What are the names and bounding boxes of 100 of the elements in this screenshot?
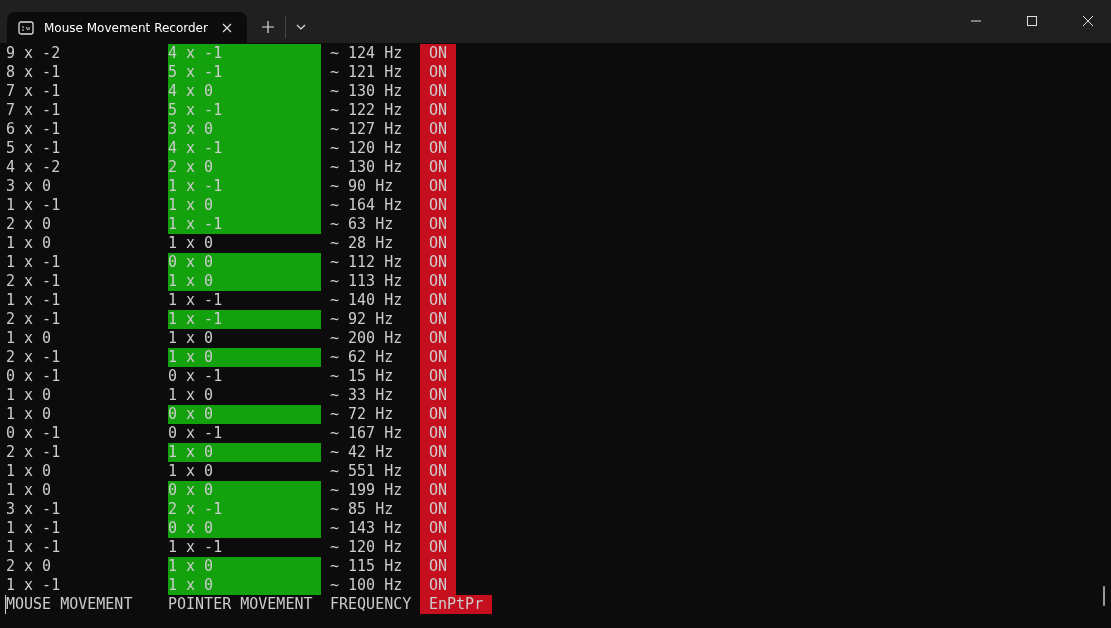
maximize-icon[interactable] bbox=[1027, 16, 1037, 26]
frequency-value: ~ 92 Hz bbox=[330, 310, 395, 329]
state-badge: ON bbox=[420, 44, 456, 63]
frequency-value: ~ 120 Hz bbox=[330, 139, 404, 158]
mouse-movement-value: 7 x -1 bbox=[6, 101, 62, 120]
chevron-down-icon[interactable] bbox=[296, 24, 306, 30]
state-badge: ON bbox=[420, 291, 456, 310]
column-label: POINTER MOVEMENT bbox=[168, 595, 314, 614]
column-label: MOUSE MOVEMENT bbox=[5, 595, 168, 614]
pointer-movement-value: 1 x 0 bbox=[168, 443, 321, 462]
state-badge: ON bbox=[420, 557, 456, 576]
pointer-movement-value: 5 x -1 bbox=[168, 101, 321, 120]
frequency-value: ~ 120 Hz bbox=[330, 538, 404, 557]
mouse-movement-value: 4 x -2 bbox=[6, 158, 62, 177]
pointer-movement-value: 0 x -1 bbox=[168, 424, 224, 443]
state-badge: ON bbox=[420, 120, 456, 139]
state-badge: ON bbox=[420, 63, 456, 82]
pointer-movement-value: 1 x -1 bbox=[168, 215, 321, 234]
pointer-movement-value: 1 x -1 bbox=[168, 538, 224, 557]
frequency-value: ~ 15 Hz bbox=[330, 367, 395, 386]
state-badge: ON bbox=[420, 196, 456, 215]
frequency-value: ~ 200 Hz bbox=[330, 329, 404, 348]
mouse-movement-value: 1 x 0 bbox=[6, 329, 53, 348]
state-badge: ON bbox=[420, 215, 456, 234]
mouse-movement-value: 3 x 0 bbox=[6, 177, 53, 196]
pointer-movement-value: 2 x -1 bbox=[168, 500, 321, 519]
mouse-movement-value: 0 x -1 bbox=[6, 367, 62, 386]
pointer-movement-value: 0 x 0 bbox=[168, 405, 321, 424]
state-badge: ON bbox=[420, 329, 456, 348]
state-badge: ON bbox=[420, 538, 456, 557]
scrollbar-thumb[interactable] bbox=[1103, 586, 1105, 606]
frequency-value: ~ 115 Hz bbox=[330, 557, 404, 576]
mouse-movement-value: 1 x -1 bbox=[6, 576, 62, 595]
pointer-movement-value: 1 x 0 bbox=[168, 386, 215, 405]
state-badge: ON bbox=[420, 481, 456, 500]
mouse-movement-value: 1 x 0 bbox=[6, 234, 53, 253]
state-badge: ON bbox=[420, 386, 456, 405]
mouse-movement-value: 2 x 0 bbox=[6, 557, 53, 576]
close-icon[interactable] bbox=[1083, 16, 1093, 26]
frequency-value: ~ 72 Hz bbox=[330, 405, 395, 424]
pointer-movement-value: 1 x 0 bbox=[168, 557, 321, 576]
tab-title: Mouse Movement Recorder bbox=[44, 20, 209, 35]
frequency-value: ~ 130 Hz bbox=[330, 158, 404, 177]
mouse-movement-value: 9 x -2 bbox=[6, 44, 62, 63]
mouse-movement-value: 6 x -1 bbox=[6, 120, 62, 139]
frequency-value: ~ 63 Hz bbox=[330, 215, 395, 234]
column-label: FREQUENCY bbox=[330, 595, 413, 614]
state-badge: ON bbox=[420, 500, 456, 519]
frequency-value: ~ 130 Hz bbox=[330, 82, 404, 101]
mouse-movement-value: 5 x -1 bbox=[6, 139, 62, 158]
mouse-movement-value: 2 x 0 bbox=[6, 215, 53, 234]
frequency-value: ~ 85 Hz bbox=[330, 500, 395, 519]
mouse-movement-value: 1 x -1 bbox=[6, 253, 62, 272]
pointer-movement-value: 0 x 0 bbox=[168, 519, 321, 538]
pointer-movement-value: 1 x 0 bbox=[168, 348, 321, 367]
state-badge: ON bbox=[420, 424, 456, 443]
mouse-movement-value: 2 x -1 bbox=[6, 272, 62, 291]
pointer-movement-value: 4 x -1 bbox=[168, 139, 321, 158]
state-badge: ON bbox=[420, 519, 456, 538]
frequency-value: ~ 42 Hz bbox=[330, 443, 395, 462]
frequency-value: ~ 113 Hz bbox=[330, 272, 404, 291]
state-badge: ON bbox=[420, 576, 456, 595]
mouse-movement-value: 1 x 0 bbox=[6, 481, 53, 500]
mouse-movement-value: 7 x -1 bbox=[6, 82, 62, 101]
frequency-value: ~ 143 Hz bbox=[330, 519, 404, 538]
state-badge: ON bbox=[420, 348, 456, 367]
frequency-value: ~ 112 Hz bbox=[330, 253, 404, 272]
mouse-movement-value: 1 x 0 bbox=[6, 386, 53, 405]
state-badge: ON bbox=[420, 367, 456, 386]
pointer-movement-value: 3 x 0 bbox=[168, 120, 321, 139]
state-badge: ON bbox=[420, 272, 456, 291]
pointer-movement-value: 1 x -1 bbox=[168, 310, 321, 329]
pointer-movement-value: 0 x 0 bbox=[168, 253, 321, 272]
mouse-movement-value: 8 x -1 bbox=[6, 63, 62, 82]
frequency-value: ~ 140 Hz bbox=[330, 291, 404, 310]
close-icon[interactable] bbox=[222, 22, 232, 33]
pointer-movement-value: 1 x -1 bbox=[168, 291, 224, 310]
state-badge: ON bbox=[420, 310, 456, 329]
frequency-value: ~ 164 Hz bbox=[330, 196, 404, 215]
frequency-value: ~ 28 Hz bbox=[330, 234, 395, 253]
pointer-movement-value: 5 x -1 bbox=[168, 63, 321, 82]
mouse-movement-value: 1 x -1 bbox=[6, 538, 62, 557]
plus-icon[interactable] bbox=[262, 21, 274, 33]
frequency-value: ~ 127 Hz bbox=[330, 120, 404, 139]
state-badge: ON bbox=[420, 158, 456, 177]
state-badge: ON bbox=[420, 139, 456, 158]
mouse-movement-value: 1 x 0 bbox=[6, 462, 53, 481]
mouse-movement-value: 2 x -1 bbox=[6, 310, 62, 329]
frequency-value: ~ 121 Hz bbox=[330, 63, 404, 82]
pointer-movement-value: 0 x 0 bbox=[168, 481, 321, 500]
mouse-movement-value: 1 x -1 bbox=[6, 196, 62, 215]
frequency-value: ~ 199 Hz bbox=[330, 481, 404, 500]
mouse-movement-value: 2 x -1 bbox=[6, 348, 62, 367]
state-badge: ON bbox=[420, 177, 456, 196]
frequency-value: ~ 62 Hz bbox=[330, 348, 395, 367]
state-badge: ON bbox=[420, 462, 456, 481]
pointer-movement-value: 1 x 0 bbox=[168, 462, 215, 481]
mouse-movement-value: 1 x 0 bbox=[6, 405, 53, 424]
frequency-value: ~ 124 Hz bbox=[330, 44, 404, 63]
terminal-tab[interactable]: Mouse Movement Recorder bbox=[7, 12, 247, 43]
